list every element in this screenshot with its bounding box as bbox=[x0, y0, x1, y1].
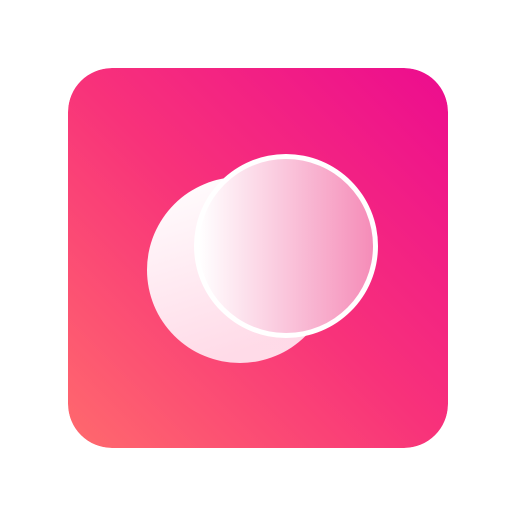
app-icon-graphic bbox=[68, 68, 448, 448]
canvas bbox=[0, 0, 512, 512]
front-circle bbox=[199, 159, 373, 333]
app-icon[interactable] bbox=[68, 68, 448, 448]
